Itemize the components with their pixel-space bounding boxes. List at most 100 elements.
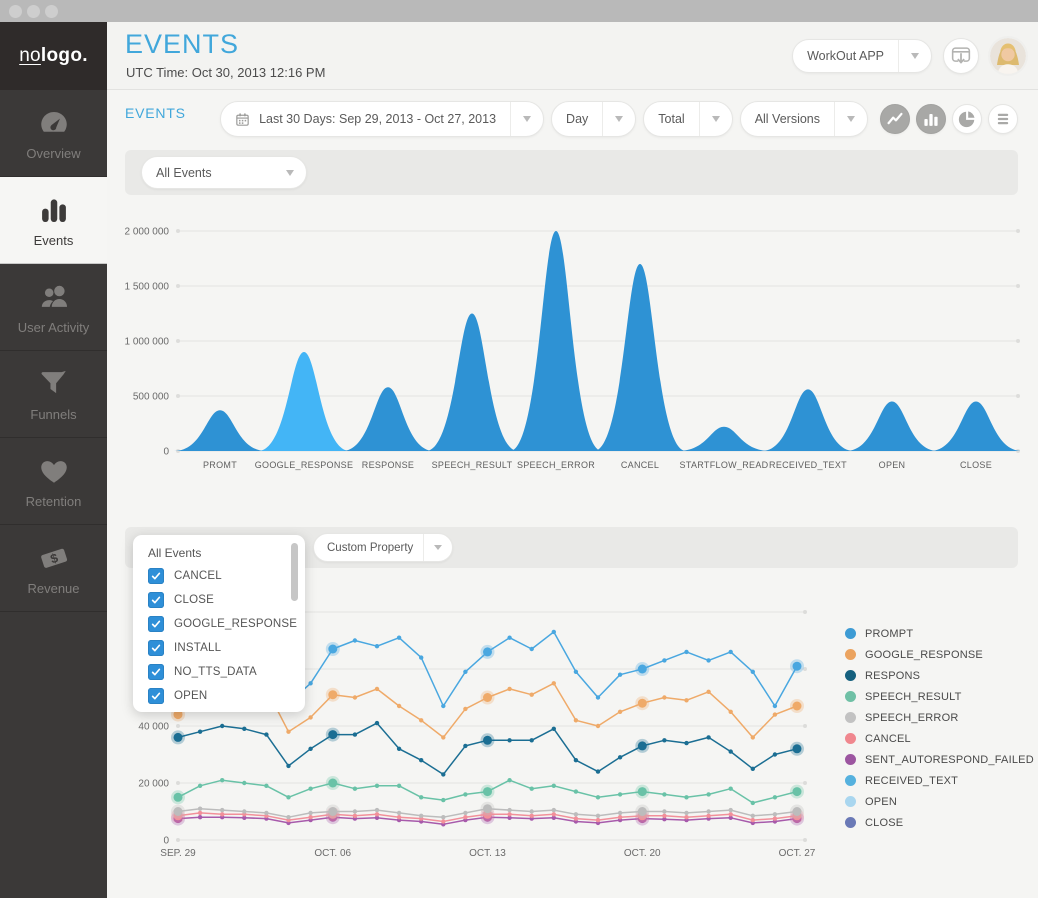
granularity-label: Day bbox=[552, 112, 602, 126]
chevron-down-icon bbox=[699, 102, 732, 136]
event-option-label: CANCEL bbox=[174, 570, 222, 582]
export-icon bbox=[948, 43, 974, 69]
window-control-dot[interactable] bbox=[45, 5, 58, 18]
avatar[interactable] bbox=[990, 38, 1026, 74]
app-selector-dropdown[interactable]: WorkOut APP bbox=[792, 39, 932, 73]
custom-property-label: Custom Property bbox=[314, 542, 423, 554]
svg-text:2 000 000: 2 000 000 bbox=[125, 227, 170, 238]
legend-color-dot bbox=[845, 712, 856, 723]
checkbox-checked-icon[interactable] bbox=[148, 640, 164, 656]
sidebar-item-label: Funnels bbox=[30, 407, 76, 422]
versions-label: All Versions bbox=[741, 112, 834, 126]
sidebar-item-retention[interactable]: Retention bbox=[0, 438, 107, 525]
svg-text:GOOGLE_RESPONSE: GOOGLE_RESPONSE bbox=[255, 460, 354, 470]
chevron-down-icon bbox=[510, 102, 543, 136]
legend-item-sent-autorespond-failed[interactable]: SENT_AUTORESPOND_FAILED bbox=[845, 749, 1034, 770]
aggregation-label: Total bbox=[644, 112, 698, 126]
legend-item-prompt[interactable]: PROMPT bbox=[845, 623, 1034, 644]
all-events-dropdown[interactable]: All Events bbox=[141, 156, 307, 189]
sidebar-item-label: User Activity bbox=[18, 320, 90, 335]
legend-item-open[interactable]: OPEN bbox=[845, 791, 1034, 812]
pie-chart-view-button[interactable] bbox=[952, 104, 982, 134]
svg-text:1 500 000: 1 500 000 bbox=[125, 282, 170, 293]
svg-text:0: 0 bbox=[163, 447, 169, 458]
line-chart-view-button[interactable] bbox=[880, 104, 910, 134]
logo: nologo. bbox=[0, 22, 107, 90]
events-dropdown-panel: All Events CANCELCLOSEGOOGLE_RESPONSEINS… bbox=[133, 535, 305, 712]
svg-text:CANCEL: CANCEL bbox=[621, 460, 659, 470]
event-option-install[interactable]: INSTALL bbox=[148, 636, 305, 660]
chevron-down-icon bbox=[602, 102, 635, 136]
sidebar-item-user-activity[interactable]: User Activity bbox=[0, 264, 107, 351]
legend-color-dot bbox=[845, 775, 856, 786]
checkbox-checked-icon[interactable] bbox=[148, 616, 164, 632]
legend-color-dot bbox=[845, 796, 856, 807]
svg-text:SPEECH_RESULT: SPEECH_RESULT bbox=[432, 460, 513, 470]
legend-label: RECEIVED_TEXT bbox=[865, 775, 958, 787]
event-option-cancel[interactable]: CANCEL bbox=[148, 564, 305, 588]
sidebar-item-funnels[interactable]: Funnels bbox=[0, 351, 107, 438]
legend-item-close[interactable]: CLOSE bbox=[845, 812, 1034, 833]
legend-color-dot bbox=[845, 817, 856, 828]
legend-label: SPEECH_ERROR bbox=[865, 712, 958, 724]
legend-item-speech-error[interactable]: SPEECH_ERROR bbox=[845, 707, 1034, 728]
window-control-dot[interactable] bbox=[9, 5, 22, 18]
date-range-dropdown[interactable]: Last 30 Days: Sep 29, 2013 - Oct 27, 201… bbox=[220, 101, 544, 137]
menu-view-button[interactable] bbox=[988, 104, 1018, 134]
bar-chart-view-button[interactable] bbox=[916, 104, 946, 134]
events-peak-chart[interactable]: 0500 0001 000 0001 500 0002 000 000PROMT… bbox=[115, 218, 1020, 476]
sidebar-item-overview[interactable]: Overview bbox=[0, 90, 107, 177]
event-option-no-tts-data[interactable]: NO_TTS_DATA bbox=[148, 660, 305, 684]
event-option-label: OPEN bbox=[174, 690, 207, 702]
window-titlebar bbox=[0, 0, 1038, 22]
legend-item-speech-result[interactable]: SPEECH_RESULT bbox=[845, 686, 1034, 707]
svg-text:OPEN: OPEN bbox=[879, 460, 906, 470]
logo-text-light: no bbox=[19, 45, 41, 67]
legend-item-google-response[interactable]: GOOGLE_RESPONSE bbox=[845, 644, 1034, 665]
heart-icon bbox=[37, 454, 71, 488]
pie-chart-icon bbox=[956, 108, 978, 130]
event-option-open[interactable]: OPEN bbox=[148, 684, 305, 708]
checkbox-checked-icon[interactable] bbox=[148, 688, 164, 704]
legend-label: CLOSE bbox=[865, 817, 903, 829]
svg-text:OCT. 27: OCT. 27 bbox=[779, 848, 816, 859]
versions-dropdown[interactable]: All Versions bbox=[740, 101, 868, 137]
svg-text:40 000: 40 000 bbox=[138, 722, 169, 733]
event-option-google-response[interactable]: GOOGLE_RESPONSE bbox=[148, 612, 305, 636]
svg-text:20 000: 20 000 bbox=[138, 779, 169, 790]
sidebar-item-events[interactable]: Events bbox=[0, 177, 107, 264]
svg-text:CLOSE: CLOSE bbox=[960, 460, 992, 470]
legend-color-dot bbox=[845, 733, 856, 744]
section-title: EVENTS bbox=[125, 105, 186, 121]
svg-text:500 000: 500 000 bbox=[133, 392, 170, 403]
granularity-dropdown[interactable]: Day bbox=[551, 101, 636, 137]
svg-text:OCT. 20: OCT. 20 bbox=[624, 848, 661, 859]
event-option-label: CLOSE bbox=[174, 594, 214, 606]
dropdown-scrollbar[interactable] bbox=[291, 543, 298, 601]
checkbox-checked-icon[interactable] bbox=[148, 664, 164, 680]
event-option-close[interactable]: CLOSE bbox=[148, 588, 305, 612]
sidebar-item-revenue[interactable]: $Revenue bbox=[0, 525, 107, 612]
event-option-label: GOOGLE_RESPONSE bbox=[174, 618, 297, 630]
legend-label: OPEN bbox=[865, 796, 897, 808]
legend-item-received-text[interactable]: RECEIVED_TEXT bbox=[845, 770, 1034, 791]
sidebar: OverviewEvents User Activity Funnels Retent… bbox=[0, 90, 107, 898]
utc-time-label: UTC Time: Oct 30, 2013 12:16 PM bbox=[126, 65, 325, 80]
window-control-dot[interactable] bbox=[27, 5, 40, 18]
dollar-icon: $ bbox=[37, 541, 71, 575]
checkbox-checked-icon[interactable] bbox=[148, 568, 164, 584]
aggregation-dropdown[interactable]: Total bbox=[643, 101, 732, 137]
sidebar-item-label: Retention bbox=[26, 494, 82, 509]
legend-item-respons[interactable]: RESPONS bbox=[845, 665, 1034, 686]
svg-text:RECEIVED_TEXT: RECEIVED_TEXT bbox=[769, 460, 847, 470]
event-option-label: NO_TTS_DATA bbox=[174, 666, 257, 678]
legend-item-cancel[interactable]: CANCEL bbox=[845, 728, 1034, 749]
export-button[interactable] bbox=[943, 38, 979, 74]
legend-color-dot bbox=[845, 754, 856, 765]
checkbox-checked-icon[interactable] bbox=[148, 592, 164, 608]
all-events-label: All Events bbox=[142, 166, 226, 180]
legend-label: RESPONS bbox=[865, 670, 920, 682]
legend-label: PROMPT bbox=[865, 628, 913, 640]
svg-text:1 000 000: 1 000 000 bbox=[125, 337, 170, 348]
custom-property-dropdown[interactable]: Custom Property bbox=[313, 533, 453, 562]
